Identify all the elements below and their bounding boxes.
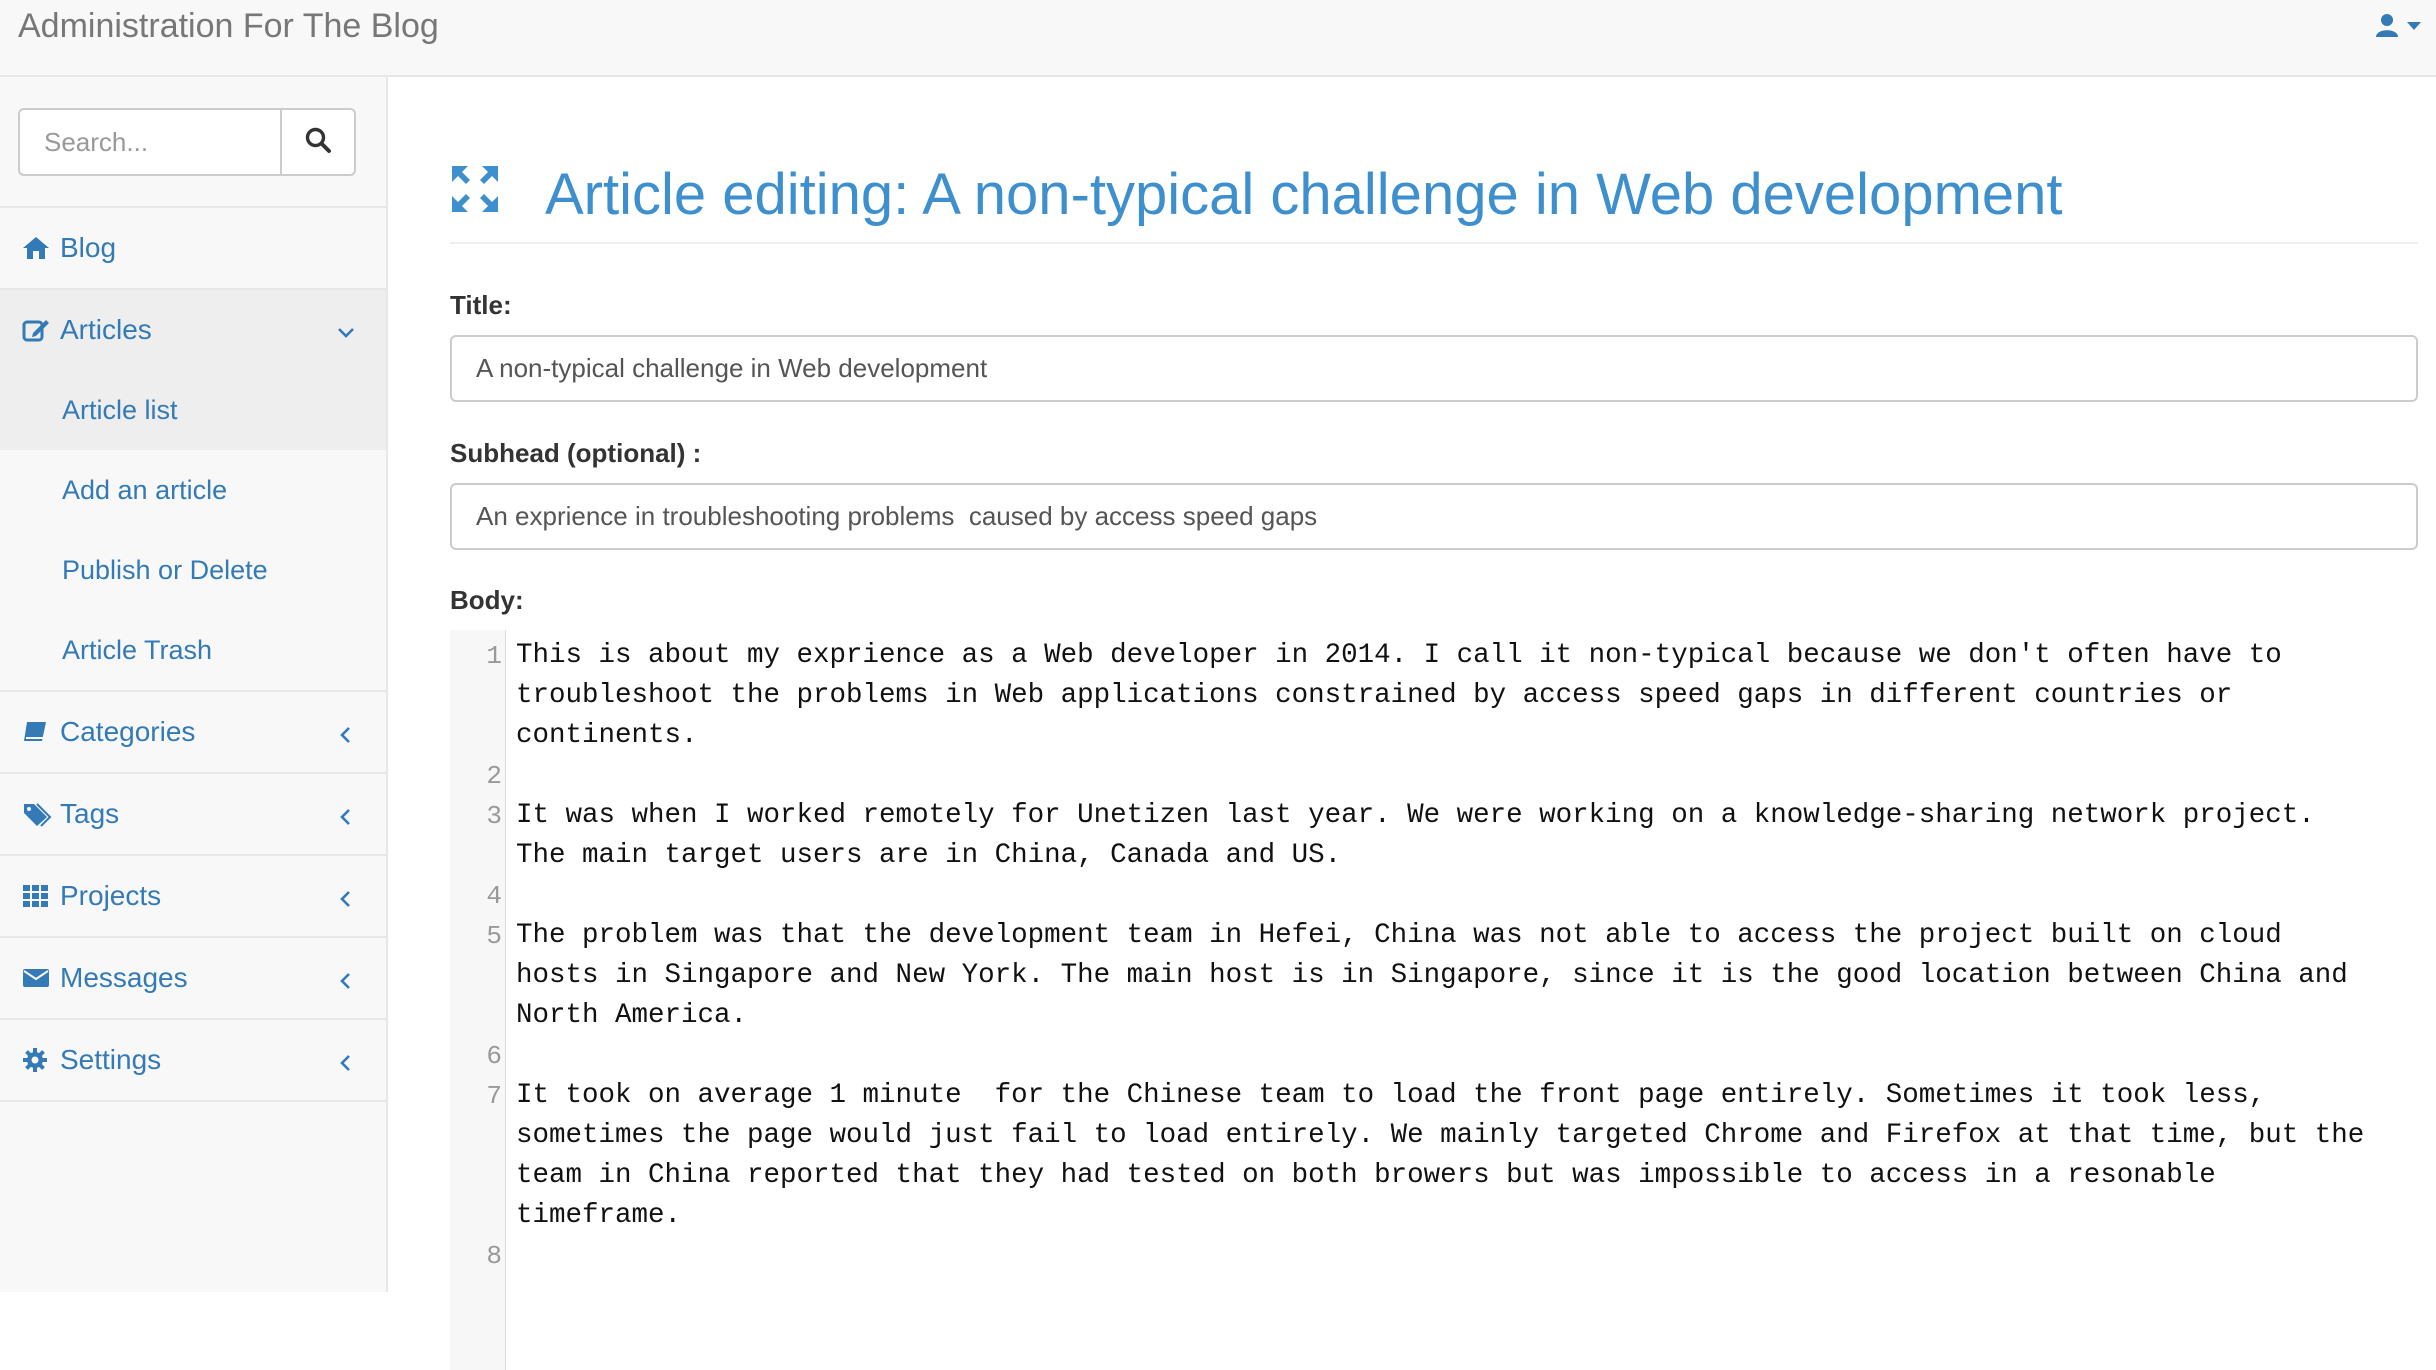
chevron-down-icon <box>336 318 356 350</box>
sidebar-item-messages[interactable]: Messages <box>0 936 386 1018</box>
sidebar-search <box>18 108 356 176</box>
brand-title[interactable]: Administration For The Blog <box>18 6 439 46</box>
home-icon <box>22 235 52 261</box>
page-title: Article editing: A non-typical challenge… <box>545 162 2063 227</box>
page-header: Article editing: A non-typical challenge… <box>450 152 2418 244</box>
sidebar-item-label: Tags <box>60 798 120 829</box>
title-field[interactable] <box>450 335 2418 402</box>
sidebar-item-label: Blog <box>60 232 117 263</box>
sidebar-item-publish-delete[interactable]: Publish or Delete <box>0 530 386 610</box>
sidebar-item-projects[interactable]: Projects <box>0 854 386 936</box>
line-number: 7 <box>486 1081 502 1111</box>
editor-line: 3 It was when I worked remotely for Unet… <box>486 796 2416 876</box>
body-editor[interactable]: 1 This is about my exprience as a Web de… <box>450 630 2418 1370</box>
book-icon <box>22 719 52 745</box>
editor-line: 7 It took on average 1 minute for the Ch… <box>486 1076 2416 1236</box>
code-area[interactable]: 1 This is about my exprience as a Web de… <box>486 630 2416 1276</box>
sidebar-item-label: Articles <box>60 314 152 345</box>
sidebar-nav-end <box>0 1100 386 1102</box>
editor-line: 8 <box>486 1236 2416 1276</box>
subhead-label: Subhead (optional) : <box>450 438 702 468</box>
line-text: It was when I worked remotely for Unetiz… <box>516 800 2332 871</box>
editor-line: 1 This is about my exprience as a Web de… <box>486 630 2416 756</box>
expand-icon[interactable] <box>450 164 500 219</box>
edit-icon <box>22 317 52 343</box>
body-label: Body: <box>450 585 524 615</box>
sidebar-item-article-list[interactable]: Article list <box>0 370 386 450</box>
sidebar-nav: Blog Articles Article list Add an articl… <box>0 206 386 1102</box>
line-text <box>516 876 2376 916</box>
line-number: 3 <box>486 801 502 831</box>
line-number: 5 <box>486 921 502 951</box>
chevron-left-icon <box>336 884 356 916</box>
sidebar: Blog Articles Article list Add an articl… <box>0 77 388 1292</box>
line-number: 1 <box>486 641 502 671</box>
sidebar-item-articles[interactable]: Articles <box>0 288 386 370</box>
sidebar-item-label: Messages <box>60 962 188 993</box>
chevron-left-icon <box>336 802 356 834</box>
title-label: Title: <box>450 290 512 320</box>
chevron-left-icon <box>336 966 356 998</box>
subhead-field[interactable] <box>450 483 2418 550</box>
user-icon <box>2374 12 2400 43</box>
line-text <box>516 1036 2376 1076</box>
sidebar-item-label: Categories <box>60 716 196 747</box>
sidebar-item-settings[interactable]: Settings <box>0 1018 386 1100</box>
editor-line: 2 <box>486 756 2416 796</box>
sidebar-item-label: Settings <box>60 1044 162 1075</box>
envelope-icon <box>22 967 52 989</box>
search-icon <box>304 126 332 159</box>
tags-icon <box>22 801 52 827</box>
articles-submenu: Article list Add an article Publish or D… <box>0 370 386 690</box>
user-menu[interactable] <box>2374 12 2422 43</box>
line-text <box>516 1236 2376 1276</box>
sidebar-item-add-article[interactable]: Add an article <box>0 450 386 530</box>
chevron-left-icon <box>336 720 356 752</box>
caret-down-icon <box>2406 19 2422 37</box>
search-input[interactable] <box>18 108 280 176</box>
line-number: 4 <box>486 881 502 911</box>
editor-line: 4 <box>486 876 2416 916</box>
search-button[interactable] <box>280 108 356 176</box>
sidebar-item-tags[interactable]: Tags <box>0 772 386 854</box>
line-text: It took on average 1 minute for the Chin… <box>516 1080 2381 1231</box>
sidebar-item-article-trash[interactable]: Article Trash <box>0 610 386 690</box>
line-text: This is about my exprience as a Web deve… <box>516 640 2299 751</box>
sidebar-item-label: Projects <box>60 880 162 911</box>
editor-line: 5 The problem was that the development t… <box>486 916 2416 1036</box>
line-text <box>516 756 2376 796</box>
sidebar-item-blog[interactable]: Blog <box>0 206 386 288</box>
line-number: 6 <box>486 1041 502 1071</box>
line-number: 8 <box>486 1241 502 1271</box>
grid-icon <box>22 884 52 908</box>
gear-icon <box>22 1047 52 1073</box>
top-navbar: Administration For The Blog <box>0 0 2436 77</box>
line-text: The problem was that the development tea… <box>516 920 2365 1031</box>
sidebar-item-categories[interactable]: Categories <box>0 690 386 772</box>
editor-line: 6 <box>486 1036 2416 1076</box>
chevron-left-icon <box>336 1048 356 1080</box>
line-number: 2 <box>486 761 502 791</box>
